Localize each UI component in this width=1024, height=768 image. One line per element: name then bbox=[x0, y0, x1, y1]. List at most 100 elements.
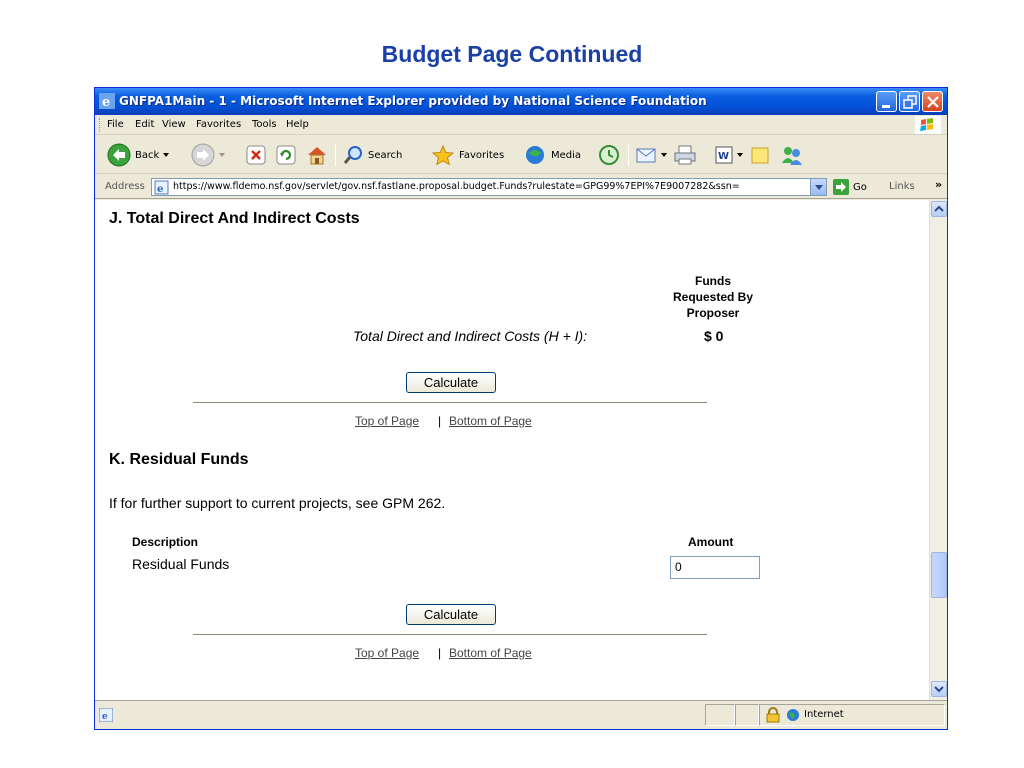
media-icon bbox=[526, 146, 544, 164]
search-icon bbox=[343, 146, 362, 164]
close-button[interactable] bbox=[922, 91, 943, 112]
address-bar: Address e https://www.fldemo.nsf.gov/ser… bbox=[95, 175, 947, 199]
url-text: https://www.fldemo.nsf.gov/servlet/gov.n… bbox=[173, 181, 740, 192]
calculate-button[interactable]: Calculate bbox=[406, 604, 496, 625]
amount-column-header: Amount bbox=[688, 535, 734, 549]
chevron-up-icon bbox=[934, 205, 944, 212]
media-button[interactable]: Media bbox=[523, 142, 581, 168]
back-button[interactable]: Back bbox=[107, 142, 173, 168]
minimize-icon bbox=[882, 105, 890, 108]
svg-text:e: e bbox=[157, 184, 163, 195]
media-label: Media bbox=[551, 149, 582, 161]
top-of-page-link[interactable]: Top of Page bbox=[355, 646, 419, 660]
links-label[interactable]: Links bbox=[889, 181, 915, 192]
go-arrow-icon bbox=[833, 179, 849, 195]
printer-icon bbox=[674, 145, 696, 165]
mail-button[interactable] bbox=[635, 142, 669, 168]
star-icon bbox=[431, 144, 455, 166]
status-cell bbox=[735, 704, 759, 726]
zone-label: Internet bbox=[804, 709, 844, 720]
toolbar: Back Search Favorites Media W bbox=[95, 136, 947, 174]
menu-favorites[interactable]: Favorites bbox=[196, 119, 241, 130]
print-button[interactable] bbox=[673, 142, 697, 168]
favorites-label: Favorites bbox=[459, 149, 505, 161]
column-header-line: Proposer bbox=[686, 306, 740, 320]
residual-funds-label: Residual Funds bbox=[132, 556, 230, 572]
home-button[interactable] bbox=[305, 142, 329, 168]
address-dropdown-button[interactable] bbox=[810, 179, 826, 195]
page-icon: e bbox=[154, 180, 169, 195]
slide-title: Budget Page Continued bbox=[381, 41, 643, 67]
restore-button[interactable] bbox=[899, 91, 920, 112]
scroll-down-button[interactable] bbox=[931, 681, 947, 697]
calculate-button[interactable]: Calculate bbox=[406, 372, 496, 393]
messenger-icon bbox=[782, 147, 802, 165]
column-header-line: Requested By bbox=[672, 290, 754, 304]
search-button[interactable]: Search bbox=[342, 142, 402, 168]
stop-icon bbox=[246, 145, 266, 165]
status-cell bbox=[705, 704, 735, 726]
forward-button[interactable] bbox=[191, 142, 229, 168]
favorites-button[interactable]: Favorites bbox=[431, 142, 504, 168]
refresh-button[interactable] bbox=[275, 142, 297, 168]
menu-grip bbox=[99, 118, 102, 132]
menu-help[interactable]: Help bbox=[286, 119, 309, 130]
scroll-thumb[interactable] bbox=[931, 552, 947, 598]
link-separator: | bbox=[438, 414, 442, 428]
chevron-right-icon[interactable]: » bbox=[935, 178, 942, 191]
menu-tools[interactable]: Tools bbox=[252, 119, 277, 130]
section-j-heading: J. Total Direct And Indirect Costs bbox=[109, 210, 360, 227]
menu-view[interactable]: View bbox=[162, 119, 186, 130]
history-button[interactable] bbox=[597, 142, 621, 168]
close-icon bbox=[927, 96, 939, 108]
home-icon bbox=[308, 147, 326, 165]
chevron-down-icon bbox=[934, 686, 944, 693]
title-bar[interactable]: e GNFPA1Main - 1 - Microsoft Internet Ex… bbox=[95, 88, 947, 115]
search-label: Search bbox=[368, 149, 403, 161]
chevron-down-icon bbox=[219, 153, 225, 157]
restore-icon bbox=[903, 95, 917, 109]
total-costs-value: $ 0 bbox=[704, 328, 724, 344]
ie-logo-icon: e bbox=[99, 93, 115, 109]
scroll-up-button[interactable] bbox=[931, 201, 947, 217]
security-zone-cell: Internet bbox=[759, 704, 945, 726]
windows-flag-icon bbox=[915, 116, 941, 134]
link-separator: | bbox=[438, 646, 442, 660]
forward-arrow-icon bbox=[191, 143, 215, 167]
go-button[interactable]: Go bbox=[833, 179, 867, 195]
description-column-header: Description bbox=[132, 535, 199, 549]
column-header-line: Funds bbox=[695, 274, 731, 288]
total-costs-label: Total Direct and Indirect Costs (H + I): bbox=[353, 328, 588, 344]
edit-word-button[interactable]: W bbox=[713, 142, 745, 168]
chevron-down-icon bbox=[737, 153, 743, 157]
divider bbox=[193, 402, 707, 403]
top-of-page-link[interactable]: Top of Page bbox=[355, 414, 419, 428]
address-input[interactable]: e https://www.fldemo.nsf.gov/servlet/gov… bbox=[151, 178, 827, 196]
page-status-icon: e bbox=[99, 708, 113, 722]
messenger-button[interactable] bbox=[779, 142, 805, 168]
stop-button[interactable] bbox=[245, 142, 267, 168]
chevron-down-icon bbox=[163, 153, 170, 157]
vertical-scrollbar[interactable] bbox=[929, 200, 947, 700]
funds-column-header: Funds Requested By Proposer bbox=[653, 273, 773, 321]
page-content: J. Total Direct And Indirect Costs Funds… bbox=[95, 200, 929, 700]
discuss-button[interactable] bbox=[749, 142, 771, 168]
note-icon bbox=[751, 147, 769, 164]
svg-text:W: W bbox=[718, 151, 729, 162]
svg-text:e: e bbox=[102, 712, 108, 722]
status-bar: e Internet bbox=[95, 700, 947, 729]
bottom-of-page-link[interactable]: Bottom of Page bbox=[449, 414, 532, 428]
residual-funds-input[interactable]: 0 bbox=[670, 556, 760, 579]
minimize-button[interactable] bbox=[876, 91, 897, 112]
bottom-of-page-link[interactable]: Bottom of Page bbox=[449, 646, 532, 660]
globe-icon bbox=[787, 709, 799, 721]
address-label: Address bbox=[105, 181, 145, 192]
window-title: GNFPA1Main - 1 - Microsoft Internet Expl… bbox=[119, 94, 707, 108]
svg-text:e: e bbox=[102, 95, 110, 109]
chevron-down-icon bbox=[661, 153, 667, 157]
menu-edit[interactable]: Edit bbox=[135, 119, 154, 130]
refresh-icon bbox=[276, 145, 296, 165]
back-arrow-icon bbox=[107, 143, 131, 167]
menu-file[interactable]: File bbox=[107, 119, 124, 130]
divider bbox=[193, 634, 707, 635]
